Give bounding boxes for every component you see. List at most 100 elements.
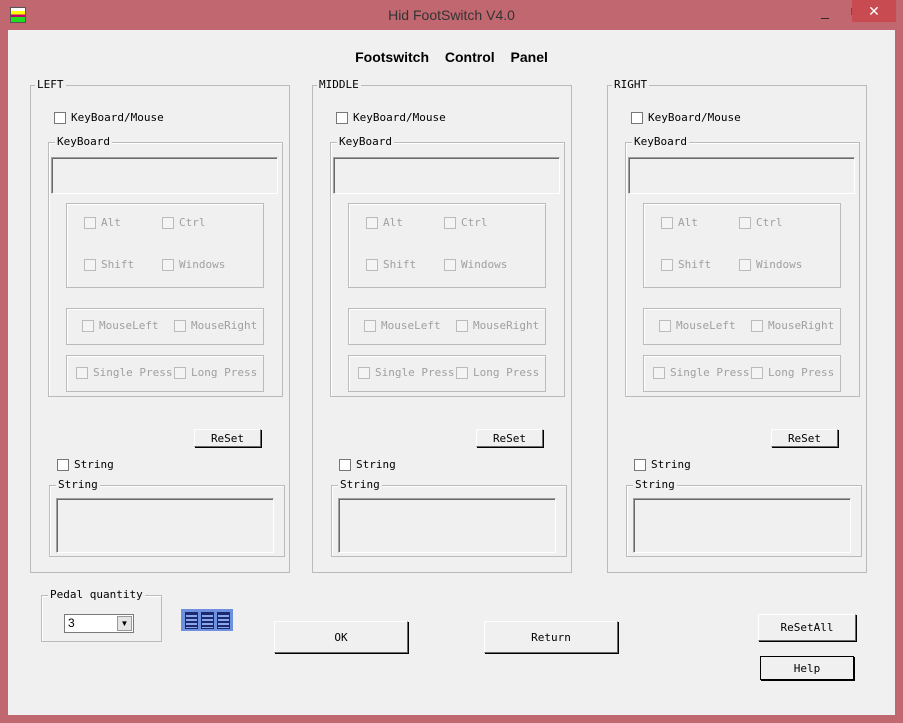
checkbox-box[interactable] [162, 258, 174, 271]
single-press-checkbox[interactable]: Single Press [358, 366, 454, 379]
checkbox-box[interactable] [739, 216, 751, 229]
checkbox-box[interactable] [444, 258, 456, 271]
select-value: 3 [68, 616, 75, 630]
panel-right: RIGHT KeyBoard/Mouse KeyBoard Alt Ctrl S… [607, 78, 867, 573]
checkbox-box[interactable] [634, 458, 646, 471]
alt-checkbox[interactable]: Alt [84, 216, 121, 229]
string-input[interactable] [633, 498, 851, 553]
checkbox-box[interactable] [162, 216, 174, 229]
checkbox-box[interactable] [339, 458, 351, 471]
checkbox-box[interactable] [54, 111, 66, 124]
checkbox-box[interactable] [739, 258, 751, 271]
keyboard-mouse-checkbox[interactable]: KeyBoard/Mouse [54, 111, 164, 124]
string-group: String [331, 478, 567, 557]
checkbox-box[interactable] [653, 366, 665, 379]
long-press-checkbox[interactable]: Long Press [751, 366, 834, 379]
mouse-right-checkbox[interactable]: MouseRight [751, 319, 834, 332]
page-title: Footswitch Control Panel [355, 49, 548, 65]
checkbox-box[interactable] [174, 366, 186, 379]
mouse-right-checkbox[interactable]: MouseRight [174, 319, 257, 332]
ctrl-checkbox[interactable]: Ctrl [162, 216, 206, 229]
group-label: String [633, 478, 677, 492]
checkbox-label: KeyBoard/Mouse [648, 111, 741, 124]
checkbox-box[interactable] [84, 258, 96, 271]
checkbox-box[interactable] [456, 366, 468, 379]
keyboard-group: KeyBoard Alt Ctrl Shift Windows MouseLef… [625, 135, 860, 397]
checkbox-box[interactable] [659, 319, 671, 332]
checkbox-box[interactable] [631, 111, 643, 124]
ok-button[interactable]: OK [274, 621, 408, 653]
press-group: Single Press Long Press [348, 355, 546, 392]
keyboard-input[interactable] [51, 157, 278, 194]
windows-checkbox[interactable]: Windows [739, 258, 802, 271]
mouse-right-checkbox[interactable]: MouseRight [456, 319, 539, 332]
mouse-group: MouseLeft MouseRight [348, 308, 546, 345]
ctrl-checkbox[interactable]: Ctrl [739, 216, 783, 229]
long-press-checkbox[interactable]: Long Press [174, 366, 257, 379]
mouse-left-checkbox[interactable]: MouseLeft [82, 319, 159, 332]
checkbox-box[interactable] [364, 319, 376, 332]
mouse-group: MouseLeft MouseRight [66, 308, 264, 345]
panel-label: RIGHT [612, 78, 650, 92]
keyboard-mouse-checkbox[interactable]: KeyBoard/Mouse [631, 111, 741, 124]
string-checkbox[interactable]: String [634, 458, 691, 471]
checkbox-box[interactable] [336, 111, 348, 124]
reset-button[interactable]: ReSet [476, 429, 543, 447]
help-button[interactable]: Help [760, 656, 854, 680]
checkbox-box[interactable] [444, 216, 456, 229]
mouse-left-checkbox[interactable]: MouseLeft [659, 319, 736, 332]
group-label: KeyBoard [632, 135, 689, 149]
chevron-down-icon[interactable]: ▼ [117, 616, 132, 631]
mouse-left-checkbox[interactable]: MouseLeft [364, 319, 441, 332]
return-button[interactable]: Return [484, 621, 618, 653]
checkbox-box[interactable] [366, 258, 378, 271]
shift-checkbox[interactable]: Shift [661, 258, 711, 271]
keyboard-input[interactable] [628, 157, 855, 194]
checkbox-box[interactable] [366, 216, 378, 229]
single-press-checkbox[interactable]: Single Press [653, 366, 749, 379]
checkbox-box[interactable] [751, 319, 763, 332]
press-group: Single Press Long Press [66, 355, 264, 392]
checkbox-label: KeyBoard/Mouse [71, 111, 164, 124]
checkbox-box[interactable] [82, 319, 94, 332]
pedal-quantity-select[interactable]: 3 ▼ [64, 614, 134, 633]
long-press-checkbox[interactable]: Long Press [456, 366, 539, 379]
shift-checkbox[interactable]: Shift [366, 258, 416, 271]
keyboard-input[interactable] [333, 157, 560, 194]
string-input[interactable] [338, 498, 556, 553]
mouse-group: MouseLeft MouseRight [643, 308, 841, 345]
checkbox-box[interactable] [57, 458, 69, 471]
checkbox-box[interactable] [661, 258, 673, 271]
alt-checkbox[interactable]: Alt [366, 216, 403, 229]
string-input[interactable] [56, 498, 274, 553]
alt-checkbox[interactable]: Alt [661, 216, 698, 229]
close-button[interactable]: ✕ [852, 0, 896, 22]
checkbox-box[interactable] [751, 366, 763, 379]
group-label: String [338, 478, 382, 492]
reset-all-button[interactable]: ReSetAll [758, 614, 856, 641]
group-label: String [56, 478, 100, 492]
single-press-checkbox[interactable]: Single Press [76, 366, 172, 379]
shift-checkbox[interactable]: Shift [84, 258, 134, 271]
windows-checkbox[interactable]: Windows [162, 258, 225, 271]
panel-label: LEFT [35, 78, 66, 92]
ctrl-checkbox[interactable]: Ctrl [444, 216, 488, 229]
windows-checkbox[interactable]: Windows [444, 258, 507, 271]
string-checkbox[interactable]: String [339, 458, 396, 471]
reset-button[interactable]: ReSet [771, 429, 838, 447]
checkbox-box[interactable] [174, 319, 186, 332]
checkbox-box[interactable] [76, 366, 88, 379]
reset-button[interactable]: ReSet [194, 429, 261, 447]
checkbox-box[interactable] [358, 366, 370, 379]
checkbox-box[interactable] [456, 319, 468, 332]
group-label: KeyBoard [337, 135, 394, 149]
window-title: Hid FootSwitch V4.0 [388, 7, 515, 23]
keyboard-mouse-checkbox[interactable]: KeyBoard/Mouse [336, 111, 446, 124]
panel-label: MIDDLE [317, 78, 361, 92]
checkbox-box[interactable] [661, 216, 673, 229]
press-group: Single Press Long Press [643, 355, 841, 392]
pedal-icon [181, 609, 233, 631]
string-checkbox[interactable]: String [57, 458, 114, 471]
checkbox-box[interactable] [84, 216, 96, 229]
minimize-button[interactable]: _ [810, 0, 840, 22]
